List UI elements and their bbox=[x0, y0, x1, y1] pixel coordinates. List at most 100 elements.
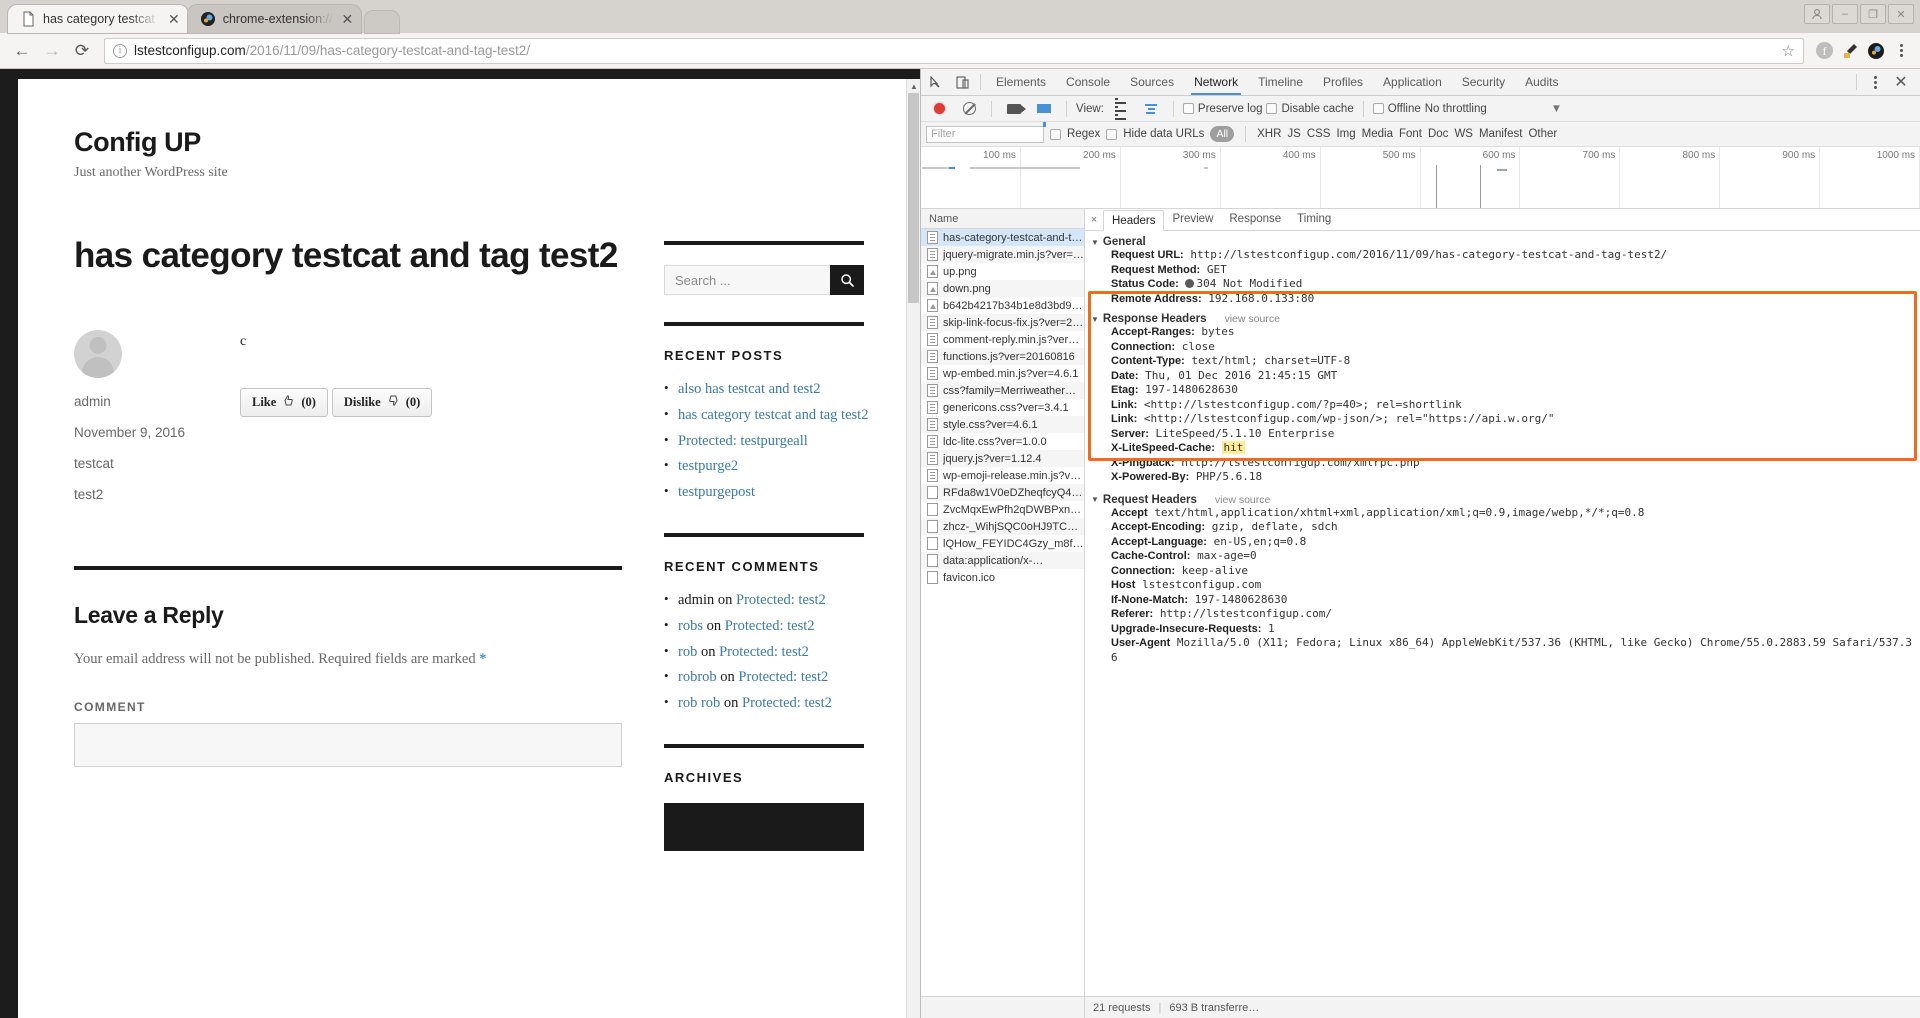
caret-down-icon[interactable]: ▼ bbox=[1091, 495, 1099, 504]
tab-close-icon[interactable]: ✕ bbox=[340, 12, 354, 26]
view-source-link[interactable]: view source bbox=[1215, 494, 1270, 506]
comment-post-link[interactable]: Protected: test2 bbox=[725, 618, 815, 634]
f-extension-icon[interactable]: f bbox=[1812, 39, 1836, 63]
comment-author-link[interactable]: rob rob bbox=[678, 695, 720, 711]
comment-textarea[interactable] bbox=[74, 723, 622, 767]
tab-profiles[interactable]: Profiles bbox=[1313, 69, 1373, 95]
caret-down-icon[interactable]: ▼ bbox=[1091, 238, 1099, 247]
recent-post-link[interactable]: has category testcat and tag test2 bbox=[678, 407, 868, 423]
table-row[interactable]: comment-reply.min.js?ver=4.6.1 bbox=[921, 331, 1084, 348]
table-row[interactable]: wp-emoji-release.min.js?ver=4.6.1 bbox=[921, 467, 1084, 484]
dark-globe-icon[interactable] bbox=[1864, 39, 1888, 63]
filter-type-media[interactable]: Media bbox=[1362, 128, 1393, 140]
search-input[interactable]: Search ... bbox=[664, 265, 830, 295]
new-tab-button[interactable] bbox=[365, 11, 399, 33]
header-value[interactable]: http://lstestconfigup.com/2016/11/09/has… bbox=[1190, 248, 1667, 261]
tab-timeline[interactable]: Timeline bbox=[1248, 69, 1313, 95]
scroll-up-arrow-icon[interactable]: ▲ bbox=[907, 79, 920, 93]
offline-label[interactable]: Offline bbox=[1388, 103, 1421, 115]
clear-icon[interactable] bbox=[956, 97, 982, 121]
browser-tab-1[interactable]: chrome-extension:// ✕ bbox=[188, 5, 362, 33]
comment-post-link[interactable]: Protected: test2 bbox=[738, 669, 828, 685]
waterfall-view-icon[interactable] bbox=[1138, 97, 1164, 121]
tab-audits[interactable]: Audits bbox=[1515, 69, 1568, 95]
camera-icon[interactable] bbox=[1001, 97, 1027, 121]
list-view-icon[interactable] bbox=[1108, 97, 1134, 121]
eyedropper-icon[interactable] bbox=[1838, 39, 1862, 63]
table-row[interactable]: wp-embed.min.js?ver=4.6.1 bbox=[921, 365, 1084, 382]
comment-post-link[interactable]: Protected: test2 bbox=[736, 592, 826, 608]
scrollbar-thumb[interactable] bbox=[908, 93, 919, 303]
response-headers-title[interactable]: ▼ Response Headers view source bbox=[1091, 313, 1914, 325]
close-window-button[interactable]: ✕ bbox=[1888, 4, 1914, 24]
regex-label[interactable]: Regex bbox=[1067, 128, 1100, 140]
request-headers-title[interactable]: ▼ Request Headers view source bbox=[1091, 494, 1914, 506]
detail-tab-preview[interactable]: Preview bbox=[1164, 209, 1221, 230]
post-tag[interactable]: test2 bbox=[74, 487, 212, 502]
preserve-log-checkbox[interactable] bbox=[1183, 103, 1194, 114]
like-button[interactable]: Like (0) bbox=[240, 388, 328, 417]
filter-type-manifest[interactable]: Manifest bbox=[1479, 128, 1522, 140]
detail-tab-response[interactable]: Response bbox=[1221, 209, 1289, 230]
close-detail-icon[interactable]: × bbox=[1085, 214, 1103, 226]
post-date[interactable]: November 9, 2016 bbox=[74, 425, 212, 440]
recent-post-link[interactable]: Protected: testpurgeall bbox=[678, 433, 808, 449]
filter-type-js[interactable]: JS bbox=[1287, 128, 1300, 140]
post-category[interactable]: testcat bbox=[74, 456, 212, 471]
table-row[interactable]: RFda8w1V0eDZheqfcyQ4EOgd… bbox=[921, 484, 1084, 501]
filter-type-font[interactable]: Font bbox=[1399, 128, 1422, 140]
page-scrollbar[interactable]: ▲ bbox=[906, 79, 920, 1018]
tab-sources[interactable]: Sources bbox=[1120, 69, 1184, 95]
table-row[interactable]: ldc-lite.css?ver=1.0.0 bbox=[921, 433, 1084, 450]
table-row[interactable]: lQHow_FEYIDC4Gzy_m8fcoWiM… bbox=[921, 535, 1084, 552]
filter-type-img[interactable]: Img bbox=[1336, 128, 1355, 140]
forward-button[interactable]: → bbox=[38, 37, 66, 65]
bookmark-star-icon[interactable]: ☆ bbox=[1782, 42, 1795, 60]
detail-tab-timing[interactable]: Timing bbox=[1289, 209, 1339, 230]
post-author[interactable]: admin bbox=[74, 394, 212, 409]
recent-post-link[interactable]: testpurgepost bbox=[678, 484, 755, 500]
comment-post-link[interactable]: Protected: test2 bbox=[719, 644, 809, 660]
address-bar[interactable]: i lstestconfigup.com/2016/11/09/has-cate… bbox=[104, 38, 1804, 64]
maximize-button[interactable]: ❐ bbox=[1860, 4, 1886, 24]
hide-data-urls-checkbox[interactable] bbox=[1106, 129, 1117, 140]
site-title[interactable]: Config UP bbox=[74, 127, 864, 158]
filter-type-doc[interactable]: Doc bbox=[1428, 128, 1448, 140]
view-source-link[interactable]: view source bbox=[1224, 313, 1279, 325]
caret-down-icon[interactable]: ▼ bbox=[1091, 315, 1099, 324]
table-row[interactable]: zhcz-_WihjSQC0oHJ9TCYPk_vA… bbox=[921, 518, 1084, 535]
table-row[interactable]: css?family=Merriweather%3A40… bbox=[921, 382, 1084, 399]
profile-icon[interactable] bbox=[1804, 4, 1830, 24]
tab-application[interactable]: Application bbox=[1373, 69, 1452, 95]
recent-post-link[interactable]: testpurge2 bbox=[678, 458, 738, 474]
table-row[interactable]: jquery.js?ver=1.12.4 bbox=[921, 450, 1084, 467]
close-devtools-icon[interactable]: ✕ bbox=[1888, 70, 1914, 94]
table-row[interactable]: has-category-testcat-and-tag-te… bbox=[921, 229, 1084, 246]
request-list-header[interactable]: Name bbox=[921, 209, 1084, 229]
network-overview-timeline[interactable]: 100 ms 200 ms 300 ms 400 ms 500 ms 600 m… bbox=[921, 147, 1920, 209]
filter-type-css[interactable]: CSS bbox=[1307, 128, 1331, 140]
table-row[interactable]: jquery-migrate.min.js?ver=1.4.1 bbox=[921, 246, 1084, 263]
comment-author-link[interactable]: rob bbox=[678, 644, 697, 660]
tab-elements[interactable]: Elements bbox=[986, 69, 1056, 95]
reload-button[interactable]: ⟳ bbox=[68, 37, 96, 65]
table-row[interactable]: favicon.ico bbox=[921, 569, 1084, 586]
inspect-icon[interactable] bbox=[923, 70, 949, 94]
device-toolbar-icon[interactable] bbox=[949, 70, 975, 94]
table-row[interactable]: down.png bbox=[921, 280, 1084, 297]
tab-close-icon[interactable]: ✕ bbox=[166, 12, 180, 26]
offline-checkbox[interactable] bbox=[1373, 103, 1384, 114]
regex-checkbox[interactable] bbox=[1050, 129, 1061, 140]
filter-type-ws[interactable]: WS bbox=[1454, 128, 1473, 140]
search-icon[interactable] bbox=[830, 265, 864, 295]
filter-type-all[interactable]: All bbox=[1210, 126, 1234, 142]
disable-cache-label[interactable]: Disable cache bbox=[1281, 103, 1353, 115]
comment-post-link[interactable]: Protected: test2 bbox=[742, 695, 832, 711]
hide-data-urls-label[interactable]: Hide data URLs bbox=[1123, 128, 1204, 140]
funnel-icon[interactable] bbox=[1031, 97, 1057, 121]
more-options-icon[interactable] bbox=[1864, 76, 1886, 89]
tab-security[interactable]: Security bbox=[1452, 69, 1515, 95]
minimize-button[interactable]: – bbox=[1832, 4, 1858, 24]
filter-input[interactable]: Filter bbox=[926, 126, 1044, 143]
throttling-select[interactable]: No throttling bbox=[1425, 103, 1487, 115]
